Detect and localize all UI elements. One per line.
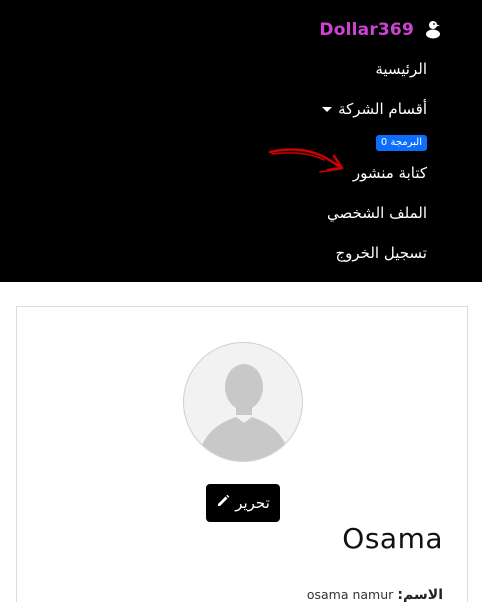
brand-link[interactable]: Dollar369 (319, 19, 444, 41)
caret-down-icon (322, 106, 333, 112)
profile-card: تحرير Osama الاسم: osama namur (16, 306, 468, 602)
top-navbar: Dollar369 الرئيسية أقسام الشركة البرمجة … (0, 0, 482, 282)
person-silhouette-icon (198, 364, 290, 461)
name-field-label: الاسم: (397, 587, 443, 602)
edit-profile-button[interactable]: تحرير (206, 484, 280, 522)
nav-item-logout[interactable]: تسجيل الخروج (335, 244, 427, 262)
nav-item-profile[interactable]: الملف الشخصي (327, 204, 427, 222)
name-field-value: osama namur (306, 587, 394, 602)
nav-item-write-post[interactable]: كتابة منشور (353, 164, 427, 182)
pencil-icon (216, 494, 230, 512)
programming-badge[interactable]: البرمجة 0 (375, 135, 427, 151)
profile-display-name: Osama (342, 522, 443, 555)
name-field-row: الاسم: osama namur (307, 587, 443, 602)
red-arrow-annotation (268, 148, 344, 173)
edit-label: تحرير (235, 494, 270, 512)
nav-item-departments[interactable]: أقسام الشركة (322, 100, 427, 118)
nav-item-departments-label: أقسام الشركة (338, 100, 427, 118)
nav-item-home[interactable]: الرئيسية (375, 60, 427, 78)
avatar (183, 342, 303, 462)
duck-icon (422, 19, 444, 41)
brand-name: Dollar369 (319, 20, 414, 40)
